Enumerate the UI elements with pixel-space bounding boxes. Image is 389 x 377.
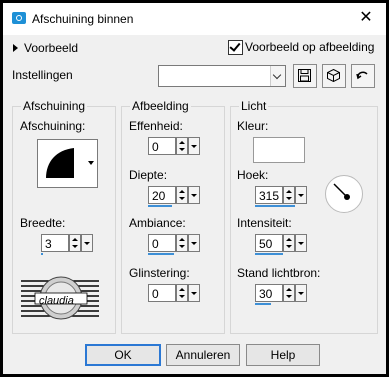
reset-button[interactable] — [351, 64, 375, 88]
preset-combobox[interactable] — [158, 65, 286, 87]
claudia-logo-text: claudia — [39, 295, 74, 307]
preview-on-image-checkbox[interactable] — [228, 40, 243, 55]
bevel-shape-label: Afschuining: — [20, 119, 86, 133]
width-slider-fill[interactable] — [41, 253, 43, 255]
randomize-button[interactable] — [322, 64, 346, 88]
width-label: Breedte: — [20, 216, 66, 230]
chevron-down-icon[interactable] — [188, 234, 200, 252]
bevel-group-title: Afschuining — [21, 99, 88, 113]
angle-input[interactable]: 315 — [255, 186, 283, 204]
settings-label: Instellingen — [12, 68, 73, 82]
chevron-down-icon[interactable] — [188, 284, 200, 302]
title-bar: Afschuining binnen ✕ — [3, 3, 386, 35]
bevel-shape-icon — [46, 148, 74, 178]
angle-dial-needle — [333, 183, 350, 200]
smoothness-input[interactable]: 0 — [148, 137, 176, 155]
elevation-input[interactable]: 30 — [255, 284, 283, 302]
ok-button[interactable]: OK — [85, 344, 161, 366]
width-spinner[interactable]: 3 — [41, 234, 93, 255]
camera-icon — [12, 12, 26, 24]
intensity-label: Intensiteit: — [237, 216, 292, 230]
chevron-down-icon[interactable] — [295, 234, 307, 252]
ambience-label: Ambiance: — [129, 216, 186, 230]
ambience-spinner[interactable]: 0 — [148, 234, 200, 255]
shininess-input[interactable]: 0 — [148, 284, 176, 302]
intensity-input[interactable]: 50 — [255, 234, 283, 252]
spin-updown-icon[interactable] — [69, 234, 81, 252]
shininess-label: Glinstering: — [129, 266, 190, 280]
save-icon — [298, 69, 311, 82]
angle-label: Hoek: — [237, 168, 269, 182]
color-label: Kleur: — [237, 119, 269, 133]
spin-updown-icon[interactable] — [176, 284, 188, 302]
preview-on-image-label: Voorbeeld op afbeelding — [245, 40, 375, 54]
depth-slider-fill[interactable] — [148, 205, 172, 207]
close-icon[interactable]: ✕ — [354, 8, 378, 28]
shininess-spinner[interactable]: 0 — [148, 284, 200, 302]
ambience-input[interactable]: 0 — [148, 234, 176, 252]
chevron-down-icon[interactable] — [270, 66, 285, 86]
spin-updown-icon[interactable] — [283, 284, 295, 302]
smoothness-label: Effenheid: — [129, 119, 183, 133]
expand-triangle-icon — [13, 44, 18, 52]
angle-slider-fill[interactable] — [255, 205, 295, 207]
depth-input[interactable]: 20 — [148, 186, 176, 204]
intensity-slider-fill[interactable] — [255, 253, 283, 255]
bevel-shape-selector[interactable] — [37, 139, 98, 188]
elevation-spinner[interactable]: 30 — [255, 284, 307, 305]
reset-arrow-icon — [356, 71, 368, 80]
help-button[interactable]: Help — [246, 344, 320, 366]
dice-icon — [327, 69, 340, 82]
window-title: Afschuining binnen — [32, 12, 134, 26]
chevron-down-icon[interactable] — [81, 234, 93, 252]
elevation-label: Stand lichtbron: — [237, 266, 321, 280]
ambience-slider-fill[interactable] — [148, 253, 174, 255]
preview-label: Voorbeeld — [24, 41, 79, 55]
depth-label: Diepte: — [129, 168, 168, 182]
chevron-down-icon[interactable] — [295, 284, 307, 302]
image-group-title: Afbeelding — [130, 99, 191, 113]
spin-updown-icon[interactable] — [176, 137, 188, 155]
spin-updown-icon[interactable] — [176, 186, 188, 204]
save-preset-button[interactable] — [293, 64, 317, 88]
spin-updown-icon[interactable] — [283, 234, 295, 252]
smoothness-spinner[interactable]: 0 — [148, 137, 200, 155]
angle-dial[interactable] — [325, 175, 363, 213]
depth-spinner[interactable]: 20 — [148, 186, 200, 207]
spin-updown-icon[interactable] — [176, 234, 188, 252]
cancel-button[interactable]: Annuleren — [166, 344, 240, 366]
dialog-window: Afschuining binnen ✕ Voorbeeld Voorbeeld… — [3, 3, 386, 374]
light-color-swatch[interactable] — [253, 137, 305, 163]
angle-spinner[interactable]: 315 — [255, 186, 307, 207]
light-group-title: Licht — [239, 99, 269, 113]
chevron-down-icon[interactable] — [295, 186, 307, 204]
chevron-down-icon[interactable] — [188, 186, 200, 204]
spin-updown-icon[interactable] — [283, 186, 295, 204]
chevron-down-icon[interactable] — [85, 140, 97, 187]
intensity-spinner[interactable]: 50 — [255, 234, 307, 255]
elevation-slider-fill[interactable] — [255, 303, 271, 305]
chevron-down-icon[interactable] — [188, 137, 200, 155]
width-input[interactable]: 3 — [41, 234, 69, 252]
